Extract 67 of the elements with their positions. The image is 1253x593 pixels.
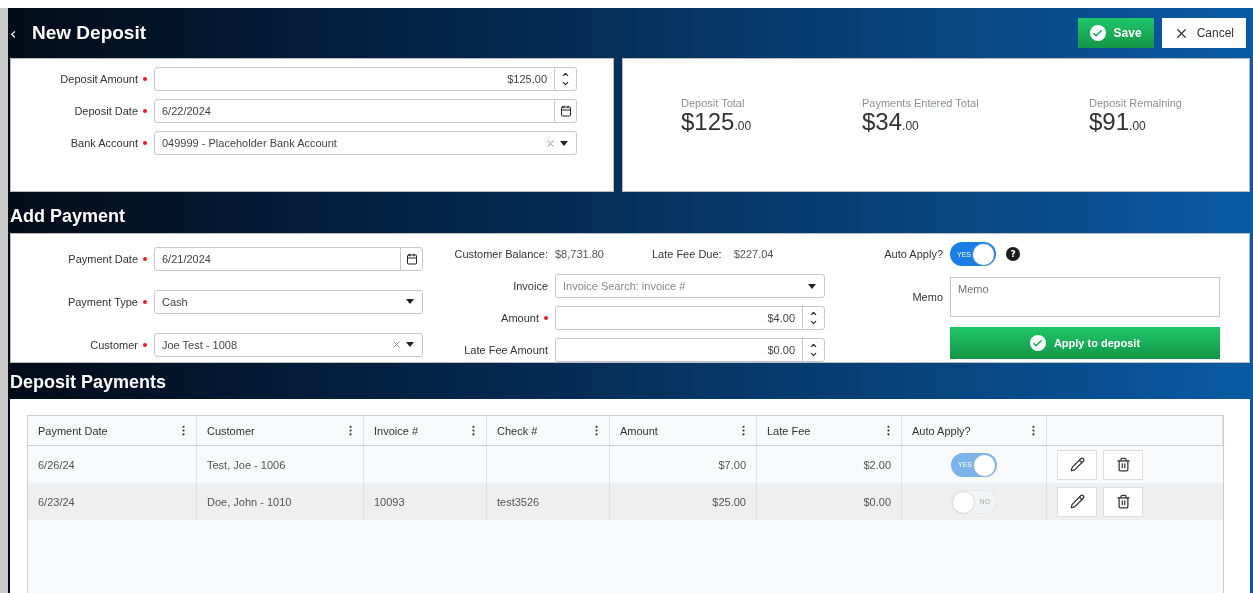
- field-label: Deposit Date: [11, 105, 147, 117]
- section-title: Add Payment: [9, 205, 127, 228]
- trash-icon: [1115, 494, 1131, 509]
- back-button[interactable]: ‹: [10, 23, 32, 43]
- check-icon: [1089, 25, 1106, 41]
- edit-button[interactable]: [1057, 449, 1097, 480]
- table-cell: $0.00: [757, 483, 902, 520]
- table-cell: 10093: [364, 483, 487, 520]
- caret-icon[interactable]: [406, 299, 414, 305]
- delete-button[interactable]: [1103, 486, 1143, 517]
- total-amount: $34: [862, 108, 903, 135]
- total-cents: .00: [902, 119, 919, 133]
- input-field[interactable]: $125.00: [154, 67, 577, 91]
- trash-icon: [1115, 457, 1131, 472]
- input-field[interactable]: 6/22/2024: [154, 99, 577, 123]
- total-amount: $91: [1089, 108, 1130, 135]
- total-amount: $125: [681, 108, 735, 135]
- field-label: Customer Balance:: [453, 248, 548, 260]
- column-header[interactable]: Auto Apply?: [902, 416, 1047, 445]
- field-label: Late Fee Amount: [463, 344, 548, 356]
- total-label: Deposit Total: [681, 97, 746, 109]
- field-label: Amount: [423, 312, 548, 324]
- column-header[interactable]: Late Fee: [757, 416, 902, 445]
- page-title: New Deposit: [32, 22, 148, 44]
- field-label: Deposit Amount: [11, 73, 147, 85]
- select-field[interactable]: 049999 - Placeholder Bank Account: [154, 131, 577, 155]
- select-field[interactable]: Joe Test - 1008: [154, 332, 423, 357]
- pencil-icon: [1069, 457, 1085, 472]
- section-title: Deposit Payments: [9, 371, 168, 394]
- cancel-button[interactable]: Cancel: [1161, 18, 1246, 48]
- table-cell: $25.00: [610, 483, 757, 520]
- column-header[interactable]: Customer: [197, 416, 364, 445]
- caret-icon[interactable]: [560, 140, 568, 146]
- column-header[interactable]: Check #: [487, 416, 610, 445]
- late-fee-value: $227.04: [733, 248, 774, 260]
- total-cents: .00: [1129, 119, 1146, 133]
- input-field[interactable]: $0.00: [555, 338, 825, 362]
- memo-field[interactable]: Memo: [950, 276, 1220, 317]
- check-icon: [1029, 335, 1046, 352]
- total-label: Payments Entered Total: [862, 97, 980, 109]
- balance-value: $8,731.80: [555, 248, 604, 260]
- field-label: Payment Type: [11, 296, 147, 308]
- help-icon[interactable]: ?: [1006, 247, 1020, 261]
- field-label: Customer: [11, 338, 147, 351]
- edit-button[interactable]: [1057, 486, 1097, 517]
- total-cents: .00: [734, 119, 752, 133]
- column-header[interactable]: Payment Date: [28, 416, 197, 445]
- table-cell: 6/23/24: [28, 483, 197, 520]
- select-field[interactable]: Cash: [154, 290, 423, 314]
- select-field[interactable]: Invoice Search: invoice #: [555, 274, 825, 298]
- field-label: Invoice: [512, 280, 548, 292]
- pencil-icon: [1069, 494, 1085, 509]
- column-header[interactable]: Amount: [610, 416, 757, 445]
- field-label: Late Fee Due:: [651, 248, 722, 260]
- delete-button[interactable]: [1103, 449, 1143, 480]
- input-field[interactable]: 6/21/2024: [154, 247, 423, 272]
- field-label: Payment Date: [11, 253, 147, 266]
- field-label: Memo: [911, 289, 943, 305]
- input-field[interactable]: $4.00: [555, 306, 825, 330]
- caret-icon[interactable]: [406, 342, 414, 348]
- total-label: Deposit Remaining: [1089, 97, 1183, 109]
- table-cell: Doe, John - 1010: [197, 483, 364, 520]
- table-cell: test3526: [487, 483, 610, 520]
- column-header[interactable]: Invoice #: [364, 416, 487, 445]
- field-label: Bank Account: [11, 137, 147, 149]
- caret-icon[interactable]: [808, 283, 816, 289]
- field-label: Auto Apply?: [883, 247, 943, 262]
